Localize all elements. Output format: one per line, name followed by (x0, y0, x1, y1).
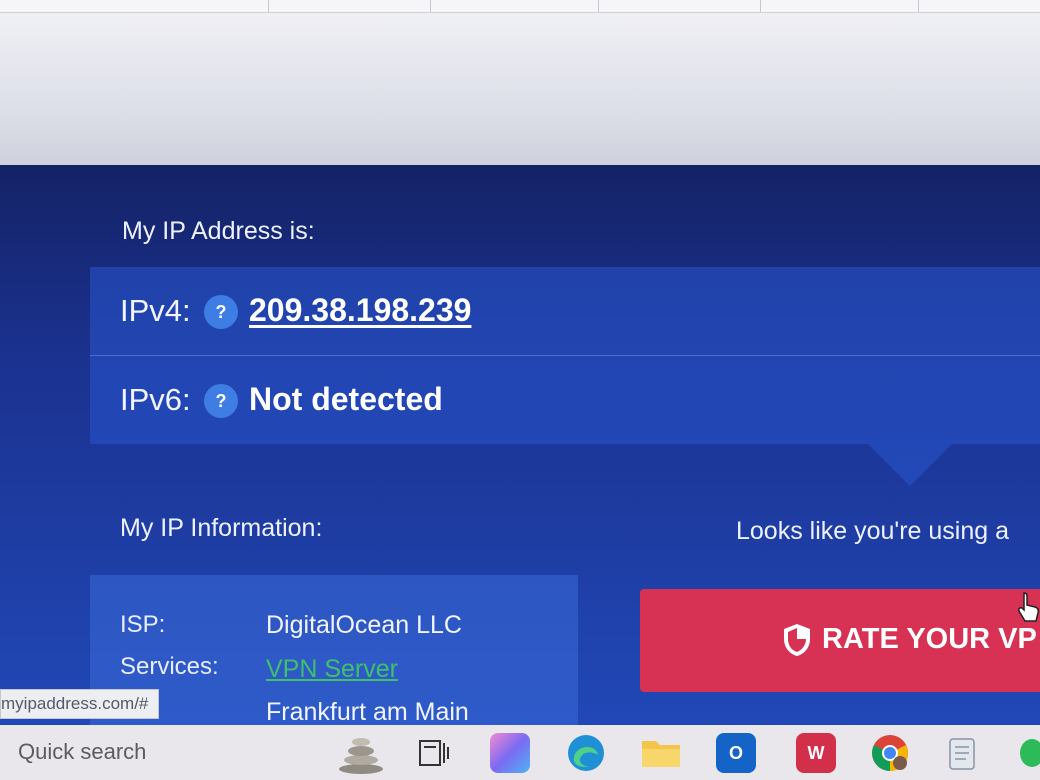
browser-page-top (0, 0, 1040, 165)
taskbar: Quick search O W (0, 725, 1040, 780)
hand-cursor-icon (1018, 592, 1040, 622)
section-pointer (868, 444, 952, 486)
whatsapp-icon[interactable] (1020, 739, 1040, 767)
shield-icon (784, 624, 810, 656)
ipv4-label: IPv4: (120, 293, 191, 328)
notepad-icon[interactable] (944, 737, 980, 771)
ip-info-title: My IP Information: (120, 514, 323, 542)
status-bar-url: myipaddress.com/# (0, 689, 160, 719)
rate-button-label: RATE YOUR VP (822, 623, 1037, 655)
browser-tab-strip (0, 0, 1040, 13)
ip-info-box: ISP: DigitalOcean LLC Services: VPN Serv… (90, 575, 578, 725)
outlook-icon[interactable]: O (716, 733, 756, 773)
page-title: My IP Address is: (122, 217, 315, 245)
stones-widget-icon[interactable] (336, 727, 386, 775)
city-value: Frankfurt am Main (266, 698, 469, 725)
taskbar-search-input[interactable]: Quick search (0, 729, 348, 775)
file-explorer-icon[interactable] (640, 735, 682, 771)
ip-hero-panel: My IP Address is: IPv4: ? 209.38.198.239… (0, 165, 1040, 725)
services-value-link[interactable]: VPN Server (266, 655, 398, 684)
rate-your-vpn-button[interactable]: RATE YOUR VP (640, 589, 1040, 692)
isp-value: DigitalOcean LLC (266, 611, 462, 639)
vpn-notice: Looks like you're using a (736, 517, 1009, 545)
copilot-icon[interactable] (490, 733, 530, 773)
ipv4-address-link[interactable]: 209.38.198.239 (249, 292, 471, 329)
services-key: Services: (120, 653, 219, 680)
isp-key: ISP: (120, 611, 166, 638)
wps-office-icon[interactable]: W (796, 733, 836, 773)
ipv6-help-icon[interactable]: ? (204, 384, 238, 418)
ipv6-label: IPv6: (120, 382, 191, 417)
ipv6-value: Not detected (249, 381, 443, 417)
edge-icon[interactable] (566, 733, 606, 773)
task-view-icon[interactable] (418, 737, 452, 769)
chrome-icon[interactable] (870, 733, 910, 773)
ipv4-help-icon[interactable]: ? (204, 295, 238, 329)
